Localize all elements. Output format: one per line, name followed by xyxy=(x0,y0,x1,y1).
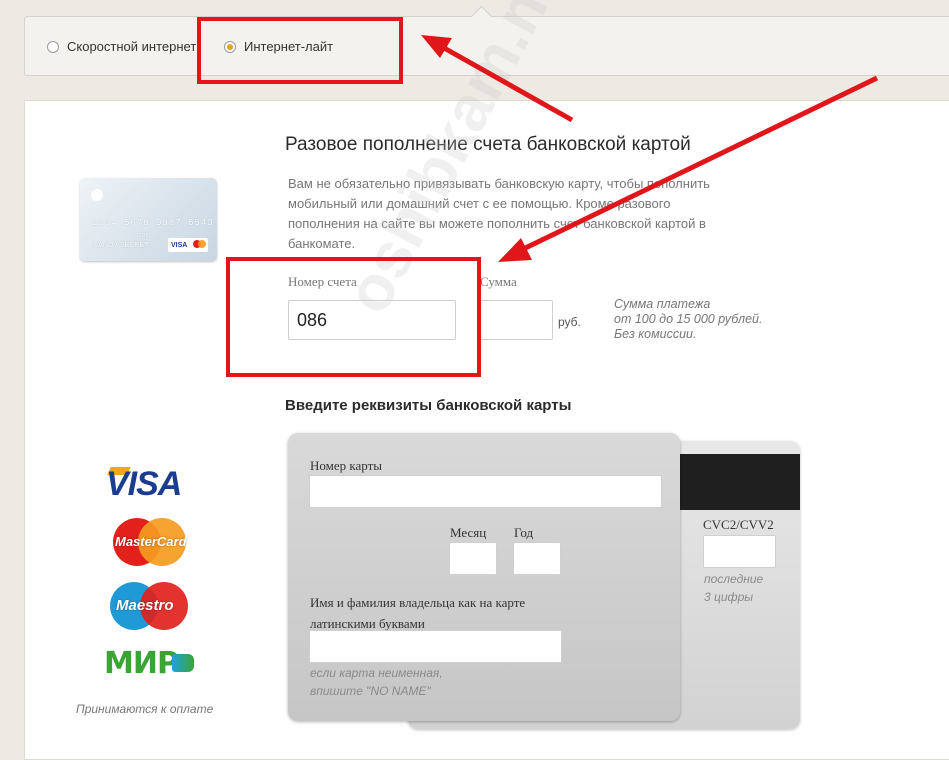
annotation-arrows xyxy=(421,35,879,262)
arrow-to-tariff-line xyxy=(435,41,574,123)
arrow-to-account-line xyxy=(513,75,879,256)
arrow-to-tariff-head xyxy=(421,35,452,58)
arrow-to-account-head xyxy=(498,238,532,262)
